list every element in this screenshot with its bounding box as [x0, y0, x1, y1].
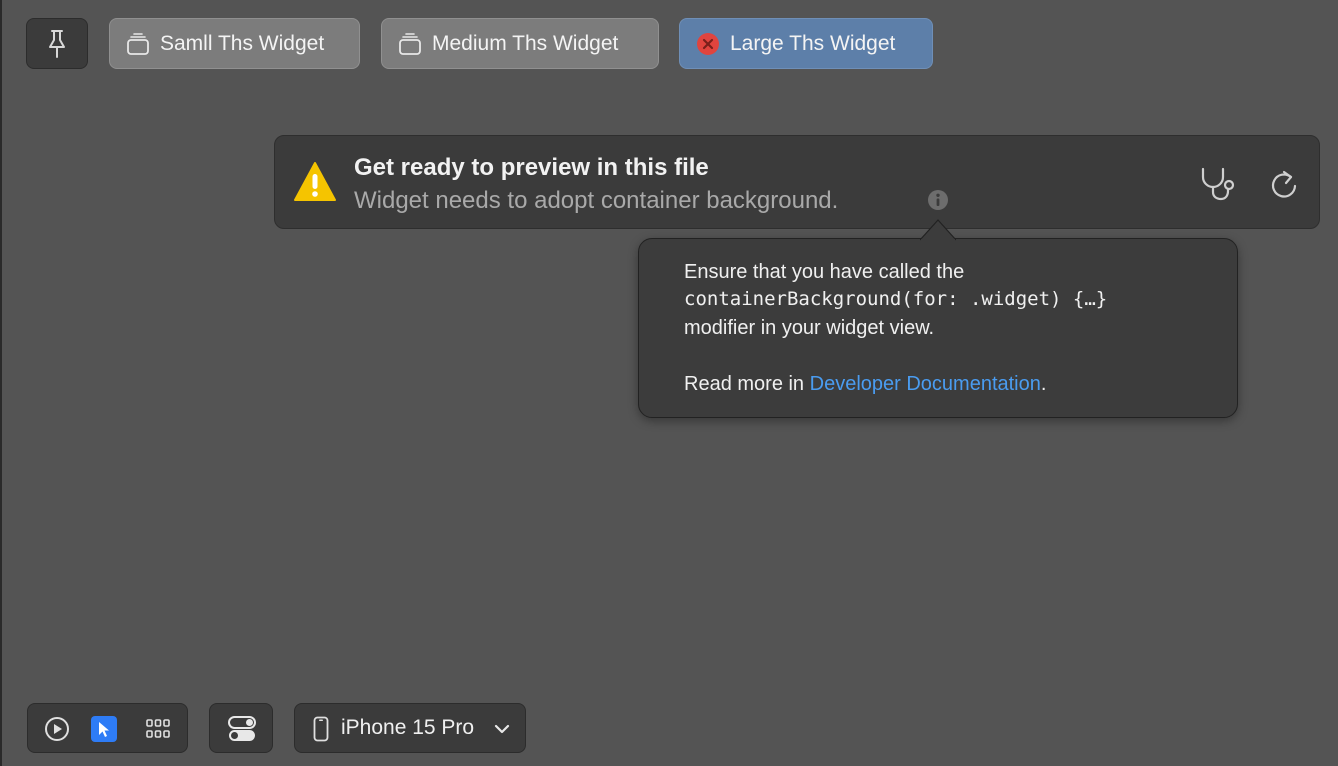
large-widget-label: Large Ths Widget	[730, 31, 896, 55]
canvas-settings-button[interactable]	[209, 703, 273, 753]
medium-widget-button[interactable]: Medium Ths Widget	[381, 18, 659, 69]
preview-mode-group	[27, 703, 188, 753]
info-popover: Ensure that you have called the containe…	[638, 219, 1238, 418]
error-icon	[696, 32, 720, 56]
iphone-icon	[313, 716, 329, 742]
canvas-settings-icon	[228, 716, 256, 741]
small-widget-label: Samll Ths Widget	[160, 31, 325, 55]
variants-grid-icon[interactable]	[145, 716, 171, 742]
developer-documentation-link[interactable]: Developer Documentation	[810, 373, 1041, 395]
diagnostics-icon[interactable]	[1199, 166, 1237, 202]
large-widget-button[interactable]: Large Ths Widget	[679, 18, 933, 69]
banner-title: Get ready to preview in this file	[354, 154, 709, 181]
pin-button[interactable]	[26, 18, 88, 69]
device-name: iPhone 15 Pro	[341, 716, 475, 739]
popover-line: modifier in your widget view.	[684, 317, 935, 339]
refresh-icon[interactable]	[1269, 168, 1299, 200]
popover-code: containerBackground(for: .widget) {…}	[684, 288, 1108, 310]
stack-icon	[398, 32, 422, 56]
popover-read-more: Read more in Developer Documentation.	[684, 373, 1046, 396]
selectable-icon[interactable]	[91, 716, 117, 742]
small-widget-button[interactable]: Samll Ths Widget	[109, 18, 360, 69]
banner-subtitle: Widget needs to adopt container backgrou…	[354, 187, 839, 214]
popover-line: Ensure that you have called the	[684, 261, 965, 283]
chevron-down-icon	[494, 724, 510, 734]
read-more-suffix: .	[1040, 373, 1047, 395]
window-edge	[0, 0, 2, 766]
preview-warning-banner: Get ready to preview in this file Widget…	[274, 135, 1320, 229]
medium-widget-label: Medium Ths Widget	[432, 31, 619, 55]
pin-icon	[49, 29, 65, 58]
warning-icon	[294, 162, 336, 201]
read-more-prefix: Read more in	[684, 373, 810, 395]
stack-icon	[126, 32, 150, 56]
popover-arrow	[920, 219, 956, 241]
info-icon[interactable]	[927, 189, 949, 211]
live-preview-icon[interactable]	[44, 716, 70, 742]
device-selector[interactable]: iPhone 15 Pro	[294, 703, 526, 753]
